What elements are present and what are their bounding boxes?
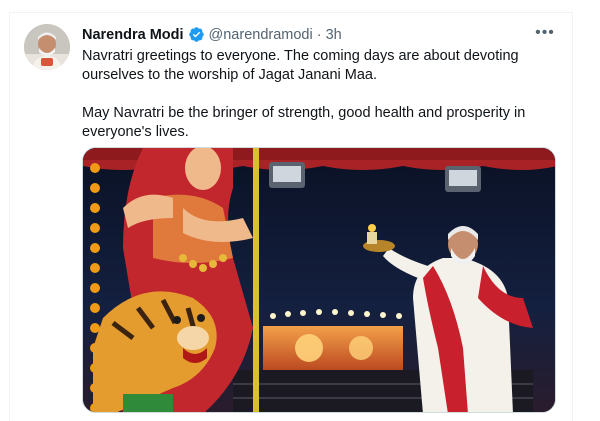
- photo-illustration: [83, 148, 555, 412]
- author-name[interactable]: Narendra Modi: [82, 27, 184, 43]
- tweet-paragraph: May Navratri be the bringer of strength,…: [82, 105, 526, 140]
- tweet-header: Narendra Modi @narendramodi · 3h: [82, 26, 342, 43]
- tweet-text: Navratri greetings to everyone. The comi…: [82, 47, 552, 142]
- verified-badge-icon: [188, 27, 204, 42]
- timestamp[interactable]: 3h: [326, 27, 342, 43]
- tweet-card[interactable]: Narendra Modi @narendramodi · 3h ••• Nav…: [0, 0, 600, 421]
- separator-dot: ·: [316, 26, 322, 43]
- card-left-border: [9, 12, 10, 421]
- author-handle[interactable]: @narendramodi: [209, 27, 313, 43]
- card-top-border: [9, 12, 573, 13]
- avatar[interactable]: [24, 24, 70, 70]
- card-right-border: [572, 12, 573, 421]
- tweet-paragraph: Navratri greetings to everyone. The comi…: [82, 48, 519, 83]
- avatar-image: [24, 24, 70, 70]
- tweet-photo[interactable]: [82, 147, 556, 413]
- more-options-icon[interactable]: •••: [533, 24, 557, 42]
